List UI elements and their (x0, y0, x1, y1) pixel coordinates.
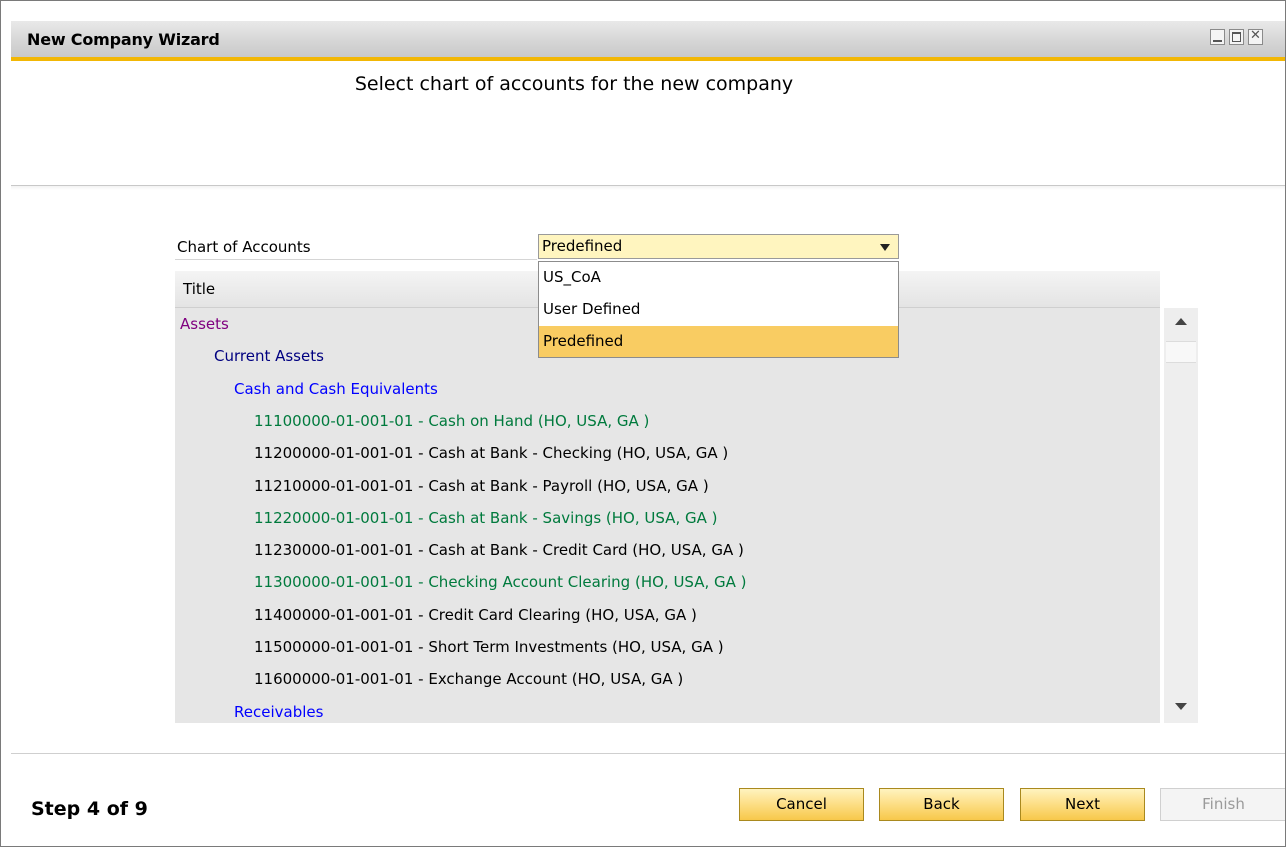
footer-separator (11, 753, 1285, 754)
scroll-thumb[interactable] (1166, 341, 1196, 363)
grid-row[interactable]: 11210000-01-001-01 - Cash at Bank - Payr… (254, 471, 709, 502)
grid-row[interactable]: 11220000-01-001-01 - Cash at Bank - Savi… (254, 503, 717, 534)
grid-row[interactable]: Assets (180, 309, 229, 340)
grid-row[interactable]: 11100000-01-001-01 - Cash on Hand (HO, U… (254, 406, 649, 437)
chart-of-accounts-selected-value: Predefined (542, 237, 623, 255)
page-heading: Select chart of accounts for the new com… (354, 73, 794, 95)
title-bar[interactable]: New Company Wizard (11, 21, 1285, 57)
dropdown-option[interactable]: US_CoA (539, 262, 898, 293)
column-header-title: Title (183, 280, 216, 298)
grid-row[interactable]: 11200000-01-001-01 - Cash at Bank - Chec… (254, 438, 728, 469)
grid-row[interactable]: 11230000-01-001-01 - Cash at Bank - Cred… (254, 535, 744, 566)
grid-row[interactable]: Current Assets (214, 341, 324, 372)
chevron-down-icon[interactable] (880, 244, 890, 251)
dropdown-option[interactable]: Predefined (539, 326, 898, 357)
minimize-icon[interactable] (1210, 29, 1225, 45)
scroll-down-arrow-icon[interactable] (1164, 693, 1198, 723)
dropdown-option[interactable]: User Defined (539, 294, 898, 325)
grid-row[interactable]: 11300000-01-001-01 - Checking Account Cl… (254, 567, 747, 598)
label-underline (175, 259, 537, 260)
next-button[interactable]: Next (1020, 788, 1145, 821)
new-company-wizard-window: New Company Wizard ✕ Select chart of acc… (0, 0, 1286, 847)
finish-button[interactable]: Finish (1160, 788, 1285, 821)
back-button[interactable]: Back (879, 788, 1004, 821)
chart-of-accounts-label: Chart of Accounts (177, 238, 311, 256)
grid-row[interactable]: 11600000-01-001-01 - Exchange Account (H… (254, 664, 683, 695)
scroll-up-arrow-icon[interactable] (1164, 308, 1198, 338)
chart-of-accounts-select[interactable]: Predefined (538, 234, 899, 259)
grid-row[interactable]: 11400000-01-001-01 - Credit Card Clearin… (254, 600, 697, 631)
chart-of-accounts-dropdown-list[interactable]: US_CoA User Defined Predefined (538, 261, 899, 358)
maximize-icon[interactable] (1229, 29, 1244, 45)
header-separator (11, 185, 1285, 190)
window-title: New Company Wizard (27, 30, 220, 49)
grid-row[interactable]: Cash and Cash Equivalents (234, 374, 438, 405)
grid-scrollbar[interactable] (1164, 308, 1198, 723)
title-accent-bar (11, 57, 1285, 61)
step-indicator: Step 4 of 9 (31, 798, 148, 820)
close-icon[interactable]: ✕ (1248, 28, 1263, 45)
grid-row[interactable]: Receivables (234, 697, 323, 728)
grid-row[interactable]: 11500000-01-001-01 - Short Term Investme… (254, 632, 724, 663)
cancel-button[interactable]: Cancel (739, 788, 864, 821)
